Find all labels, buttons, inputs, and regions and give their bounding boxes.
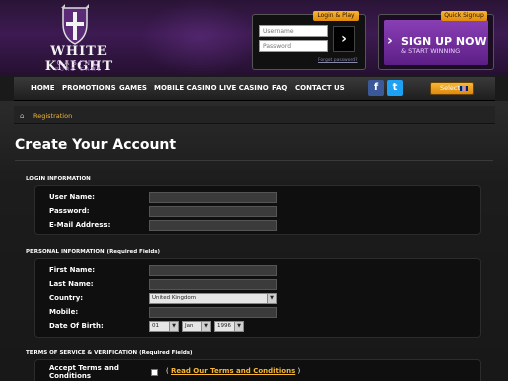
dob-year-value: 1996 [217,323,231,329]
breadcrumb-current: Registration [33,112,73,120]
signup-subheading: & START WINNING [401,47,461,55]
page-title: Create Your Account [15,137,177,153]
dob-day-value: 01 [152,323,159,329]
country-value: United Kingdom [152,295,197,301]
country-select[interactable]: United Kingdom ▼ [149,293,277,304]
first-name-field[interactable] [149,265,277,276]
password-label: Password: [49,207,90,215]
first-name-label: First Name: [49,266,96,274]
username-field[interactable] [149,192,277,203]
chevron-down-icon: ▼ [234,322,243,331]
chevron-down-icon: ▼ [201,322,210,331]
arrow-right-icon: › [387,33,393,49]
password-field[interactable] [149,206,277,217]
terms-link-close: ) [297,367,301,375]
mobile-field[interactable] [149,307,277,318]
uk-flag-icon [460,86,468,91]
nav-promotions[interactable]: PROMOTIONS [62,84,116,92]
login-info-heading: LOGIN INFORMATION [26,176,91,182]
password-input[interactable] [259,40,328,52]
logo-sub: CASINO [56,59,102,67]
terms-link-open: ( [166,367,169,375]
accept-terms-label: Accept Terms and Conditions [49,364,119,380]
shield-logo-icon [61,4,89,45]
dob-day-select[interactable]: 01 ▼ [149,321,179,332]
twitter-icon[interactable]: t [387,80,403,96]
nav-games[interactable]: GAMES [119,84,147,92]
nav-faq[interactable]: FAQ [272,84,287,92]
dob-label: Date Of Birth: [49,322,104,330]
personal-info-heading: PERSONAL INFORMATION (Required Fields) [26,249,161,255]
terms-link[interactable]: Read Our Terms and Conditions [171,367,295,375]
email-field[interactable] [149,220,277,231]
username-label: User Name: [49,193,95,201]
chevron-down-icon: ▼ [169,322,178,331]
nav-home[interactable]: HOME [31,84,55,92]
last-name-label: Last Name: [49,280,94,288]
nav-contact-us[interactable]: CONTACT US [295,84,345,92]
last-name-field[interactable] [149,279,277,290]
logo[interactable]: WHITE KNIGHT CASINO PURE GAME [14,4,144,74]
username-input[interactable] [259,25,328,37]
dob-month-select[interactable]: Jan ▼ [182,321,211,332]
logo-tagline: PURE GAME [55,67,103,73]
dob-month-value: Jan [185,323,194,329]
login-tab: Login & Play [313,11,359,21]
chevron-down-icon: ▼ [267,294,276,303]
home-icon[interactable]: ⌂ [20,112,24,120]
chevron-right-icon: › [341,31,347,47]
forgot-password-link[interactable]: Forgot password? [318,58,358,63]
divider [15,160,493,161]
mobile-label: Mobile: [49,308,79,316]
breadcrumb [14,106,495,124]
email-label: E-Mail Address: [49,221,111,229]
language-select-label: Select [440,84,461,92]
dob-year-select[interactable]: 1996 ▼ [214,321,244,332]
signup-tab: Quick Signup [441,11,487,21]
nav-mobile-casino[interactable]: MOBILE CASINO [154,84,217,92]
country-label: Country: [49,294,84,302]
terms-heading: TERMS OF SERVICE & VERIFICATION (Require… [26,350,193,356]
accept-terms-checkbox[interactable] [151,369,158,376]
login-submit-button[interactable]: › [333,26,355,52]
facebook-icon[interactable]: f [368,80,384,96]
terms-link-wrap: ( Read Our Terms and Conditions ) [166,367,300,375]
nav-live-casino[interactable]: LIVE CASINO [219,84,269,92]
